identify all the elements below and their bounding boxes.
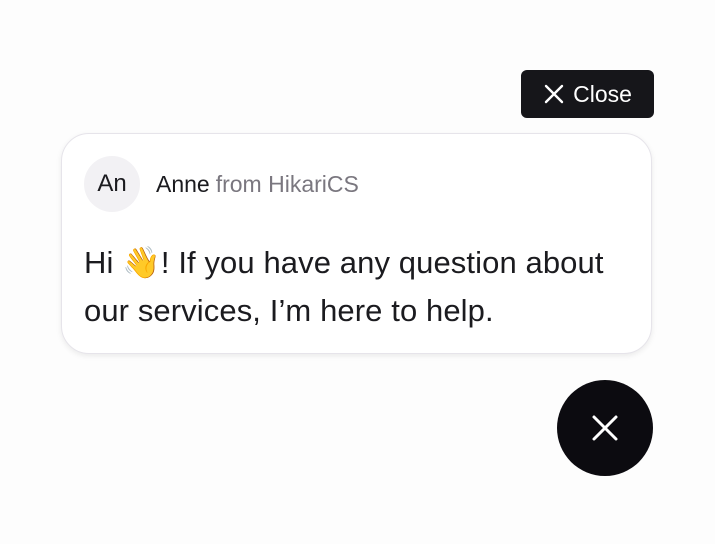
close-button-label: Close bbox=[573, 80, 632, 107]
chat-widget: Close An Anne from HikariCS Hi 👋! If you … bbox=[0, 0, 715, 544]
waving-hand-emoji: 👋 bbox=[122, 245, 161, 280]
chat-popup-card[interactable]: An Anne from HikariCS Hi 👋! If you have a… bbox=[61, 133, 652, 354]
avatar-initials: An bbox=[97, 170, 127, 197]
launcher-close-button[interactable] bbox=[557, 380, 653, 476]
message-text-end: ! If you have any question about our ser… bbox=[84, 245, 604, 328]
sender-line: Anne from HikariCS bbox=[156, 171, 359, 197]
close-icon bbox=[592, 415, 618, 441]
avatar: An bbox=[84, 156, 140, 212]
sender-org: from HikariCS bbox=[215, 171, 359, 197]
close-button[interactable]: Close bbox=[521, 70, 654, 118]
sender-name: Anne bbox=[156, 171, 210, 197]
message-text-start: Hi bbox=[84, 245, 123, 280]
chat-message: Hi 👋! If you have any question about our… bbox=[84, 239, 644, 335]
close-icon bbox=[544, 84, 564, 104]
